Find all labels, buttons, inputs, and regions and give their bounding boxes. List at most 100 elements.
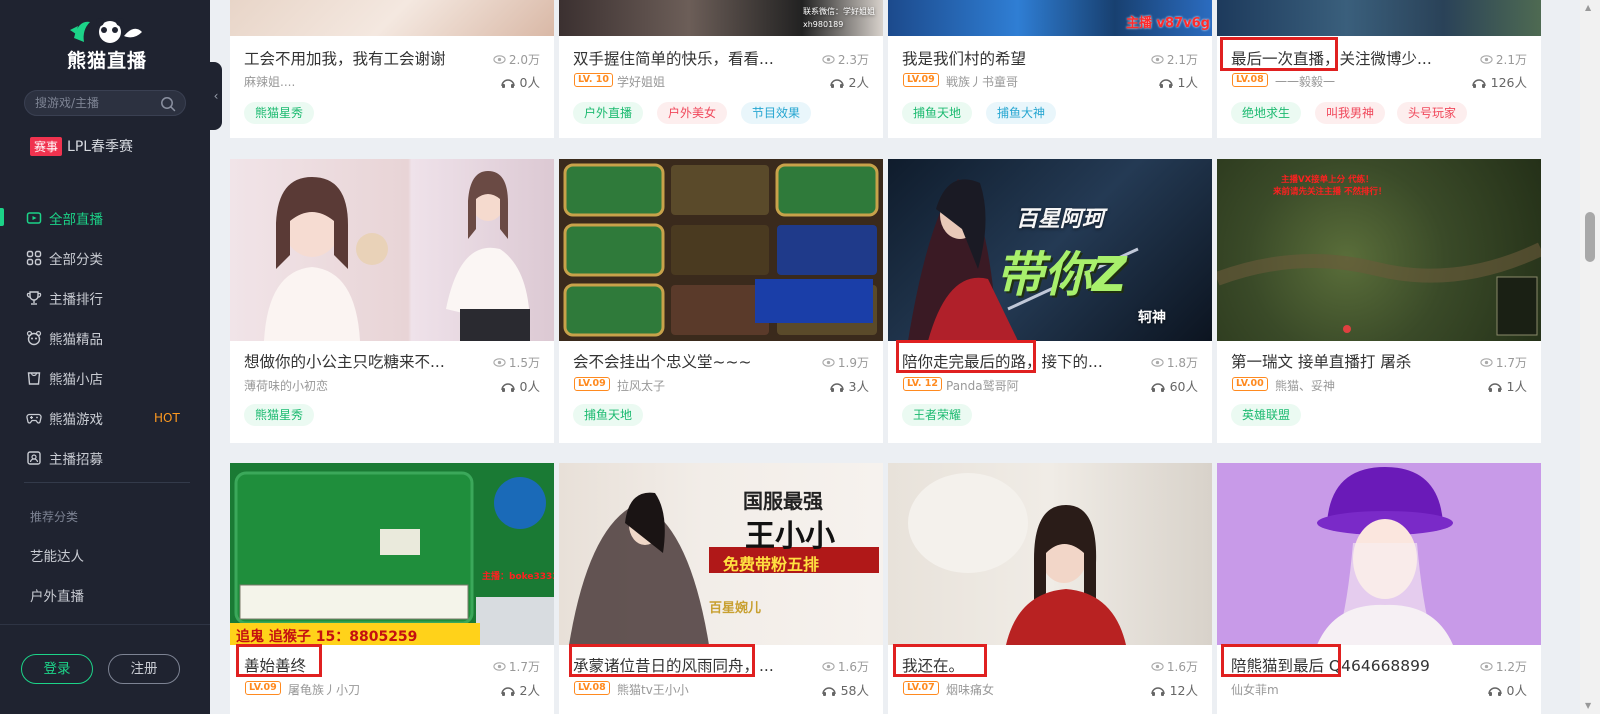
room-title[interactable]: 善始善终 — [244, 654, 306, 676]
category-tag[interactable]: 英雄联盟 — [1231, 404, 1302, 426]
thumbnail-overlay-text: 主播：boke3333 — [482, 572, 554, 582]
thumbnail-overlay-text: 轲神 — [1138, 310, 1166, 326]
room-card[interactable]: 主播VX接单上分 代练！ 来前请先关注主播 不然排行！ 第一瑞文 接单直播打 屠… — [1217, 159, 1541, 443]
online-count-text: 2人 — [519, 683, 540, 698]
room-card[interactable]: 主播 v87v6g 我是我们村的希望 2.1万 LV.09 戦族丿书童哥 1人 … — [888, 0, 1212, 138]
streamer-name: 学好姐姐 — [617, 75, 666, 89]
nav-item-streamer-recruit[interactable]: 主播招募 — [0, 438, 210, 478]
room-title[interactable]: 最后一次直播，关注微博少... — [1231, 47, 1432, 69]
nav-item-panda-shop[interactable]: 熊猫小店 — [0, 358, 210, 398]
room-card[interactable]: 会不会挂出个忠义堂~~~ 1.9万 LV.09 拉风太子 3人 捕鱼天地 — [559, 159, 883, 443]
room-thumbnail[interactable]: 国服最强 王小小 免费带粉五排 百星婉儿 — [559, 463, 883, 645]
view-count-text: 1.9万 — [837, 356, 869, 370]
room-title[interactable]: 第一瑞文 接单直播打 屠杀 — [1231, 350, 1411, 372]
online-count: 12人 — [1150, 680, 1198, 699]
room-card[interactable]: 联系微信：学好姐姐 xh980189 双手握住简单的快乐，看看... 2.3万 … — [559, 0, 883, 138]
view-count: 1.9万 — [822, 354, 869, 371]
room-title[interactable]: 陪熊猫到最后 Q464668899 — [1231, 654, 1430, 676]
room-title[interactable]: 陪你走完最后的路，接下的... — [902, 350, 1103, 372]
category-tag[interactable]: 节目效果 — [741, 102, 812, 124]
room-thumbnail[interactable]: 主播 v87v6g — [888, 0, 1212, 36]
room-thumbnail[interactable] — [1217, 463, 1541, 645]
streamer-level-badge: LV.08 — [1232, 73, 1268, 87]
nav-item-panda-games[interactable]: 熊猫游戏 HOT — [0, 398, 210, 438]
room-title[interactable]: 我是我们村的希望 — [902, 47, 1026, 69]
recommend-item-outdoor[interactable]: 户外直播 — [30, 585, 84, 605]
online-count-text: 2人 — [848, 75, 869, 90]
room-title[interactable]: 会不会挂出个忠义堂~~~ — [573, 350, 751, 372]
room-card[interactable]: 追鬼 追猴子 15：8805259 主播：boke3333 善始善终 1.7万 … — [230, 463, 554, 714]
sidebar: 熊猫直播 赛事 LPL春季赛 全部直播 全部分类 主播排行 熊猫精品 — [0, 0, 210, 714]
search-icon[interactable] — [160, 96, 176, 112]
room-card[interactable]: 百星阿珂 带你Z 轲神 陪你走完最后的路，接下的... 1.8万 LV. 12 … — [888, 159, 1212, 443]
room-card[interactable]: 工会不用加我，我有工会谢谢 2.0万 麻辣姐.... 0人 熊猫星秀 — [230, 0, 554, 138]
vertical-scrollbar[interactable]: ▲ ▼ — [1580, 0, 1600, 714]
room-thumbnail[interactable]: 追鬼 追猴子 15：8805259 主播：boke3333 — [230, 463, 554, 645]
room-title[interactable]: 我还在。 — [902, 654, 964, 676]
category-tag[interactable]: 王者荣耀 — [902, 404, 973, 426]
search-box[interactable] — [24, 90, 186, 116]
eye-icon — [493, 55, 506, 64]
nav-item-panda-premium[interactable]: 熊猫精品 — [0, 318, 210, 358]
nav-item-all-categories[interactable]: 全部分类 — [0, 238, 210, 278]
event-link-lpl[interactable]: 赛事 LPL春季赛 — [30, 136, 133, 156]
category-tag[interactable]: 头号玩家 — [1397, 102, 1468, 124]
category-tag[interactable]: 熊猫星秀 — [244, 404, 315, 426]
room-card[interactable]: 我还在。 1.6万 LV.07 烟味痛女 12人 — [888, 463, 1212, 714]
streamer-name: 屠龟族丿小刀 — [288, 683, 361, 697]
category-tag[interactable]: 户外美女 — [657, 102, 728, 124]
room-thumbnail[interactable]: 主播VX接单上分 代练！ 来前请先关注主播 不然排行！ — [1217, 159, 1541, 341]
nav-item-streamer-ranking[interactable]: 主播排行 — [0, 278, 210, 318]
online-count-text: 12人 — [1169, 683, 1198, 698]
register-button[interactable]: 注册 — [108, 654, 180, 684]
recommend-item-talent[interactable]: 艺能达人 — [30, 545, 84, 565]
room-card[interactable]: 想做你的小公主只吃糖来不... 1.5万 薄荷味的小初恋 0人 熊猫星秀 — [230, 159, 554, 443]
category-tag[interactable]: 熊猫星秀 — [244, 102, 315, 124]
category-tag[interactable]: 捕鱼天地 — [902, 102, 973, 124]
room-thumbnail[interactable] — [1217, 0, 1541, 36]
category-tag[interactable]: 户外直播 — [573, 102, 644, 124]
room-thumbnail[interactable] — [559, 159, 883, 341]
streamer-name: 薄荷味的小初恋 — [244, 379, 329, 393]
nav-item-all-live[interactable]: 全部直播 — [0, 198, 210, 238]
eye-icon — [1480, 55, 1493, 64]
room-thumbnail[interactable]: 联系微信：学好姐姐 xh980189 — [559, 0, 883, 36]
audience-icon — [500, 382, 515, 392]
category-tag[interactable]: 叫我男神 — [1315, 102, 1386, 124]
category-tag[interactable]: 捕鱼天地 — [573, 404, 644, 426]
room-thumbnail[interactable]: 百星阿珂 带你Z 轲神 — [888, 159, 1212, 341]
online-count-text: 1人 — [1506, 379, 1527, 394]
view-count-text: 1.8万 — [1166, 356, 1198, 370]
room-title[interactable]: 工会不用加我，我有工会谢谢 — [244, 47, 446, 69]
scrollbar-thumb[interactable] — [1585, 212, 1595, 262]
scroll-down-arrow-icon[interactable]: ▼ — [1585, 701, 1591, 710]
view-count: 2.1万 — [1151, 51, 1198, 68]
streamer-name: 戦族丿书童哥 — [946, 75, 1019, 89]
room-thumbnail[interactable] — [888, 463, 1212, 645]
room-card[interactable]: 国服最强 王小小 免费带粉五排 百星婉儿 承蒙诸位昔日的风雨同舟，... 1.6… — [559, 463, 883, 714]
room-title[interactable]: 想做你的小公主只吃糖来不... — [244, 350, 445, 372]
room-thumbnail[interactable] — [230, 159, 554, 341]
audience-icon — [1150, 686, 1165, 696]
thumbnail-overlay-text: 来前请先关注主播 不然排行！ — [1273, 187, 1387, 197]
live-tv-icon — [26, 212, 42, 224]
category-tag[interactable]: 捕鱼大神 — [986, 102, 1057, 124]
category-tag[interactable]: 绝地求生 — [1231, 102, 1302, 124]
room-card[interactable]: 陪熊猫到最后 Q464668899 1.2万 仙女菲m 0人 — [1217, 463, 1541, 714]
login-button[interactable]: 登录 — [21, 654, 93, 684]
eye-icon — [822, 358, 835, 367]
online-count: 60人 — [1150, 376, 1198, 395]
thumbnail-overlay-text: 联系微信：学好姐姐 — [803, 7, 875, 16]
event-badge: 赛事 — [30, 136, 63, 156]
room-title[interactable]: 双手握住简单的快乐，看看... — [573, 47, 774, 69]
scroll-up-arrow-icon[interactable]: ▲ — [1585, 3, 1591, 12]
room-thumbnail[interactable] — [230, 0, 554, 36]
audience-icon — [1158, 78, 1173, 88]
room-title[interactable]: 承蒙诸位昔日的风雨同舟，... — [573, 654, 774, 676]
nav-label: 主播招募 — [49, 452, 103, 468]
panda-tv-logo[interactable]: 熊猫直播 — [62, 16, 152, 74]
search-input[interactable] — [35, 94, 155, 112]
room-card[interactable]: 最后一次直播，关注微博少... 2.1万 LV.08 一一毅毅一 126人 绝地… — [1217, 0, 1541, 138]
recruit-icon — [27, 451, 41, 465]
nav-label: 熊猫小店 — [49, 372, 103, 388]
